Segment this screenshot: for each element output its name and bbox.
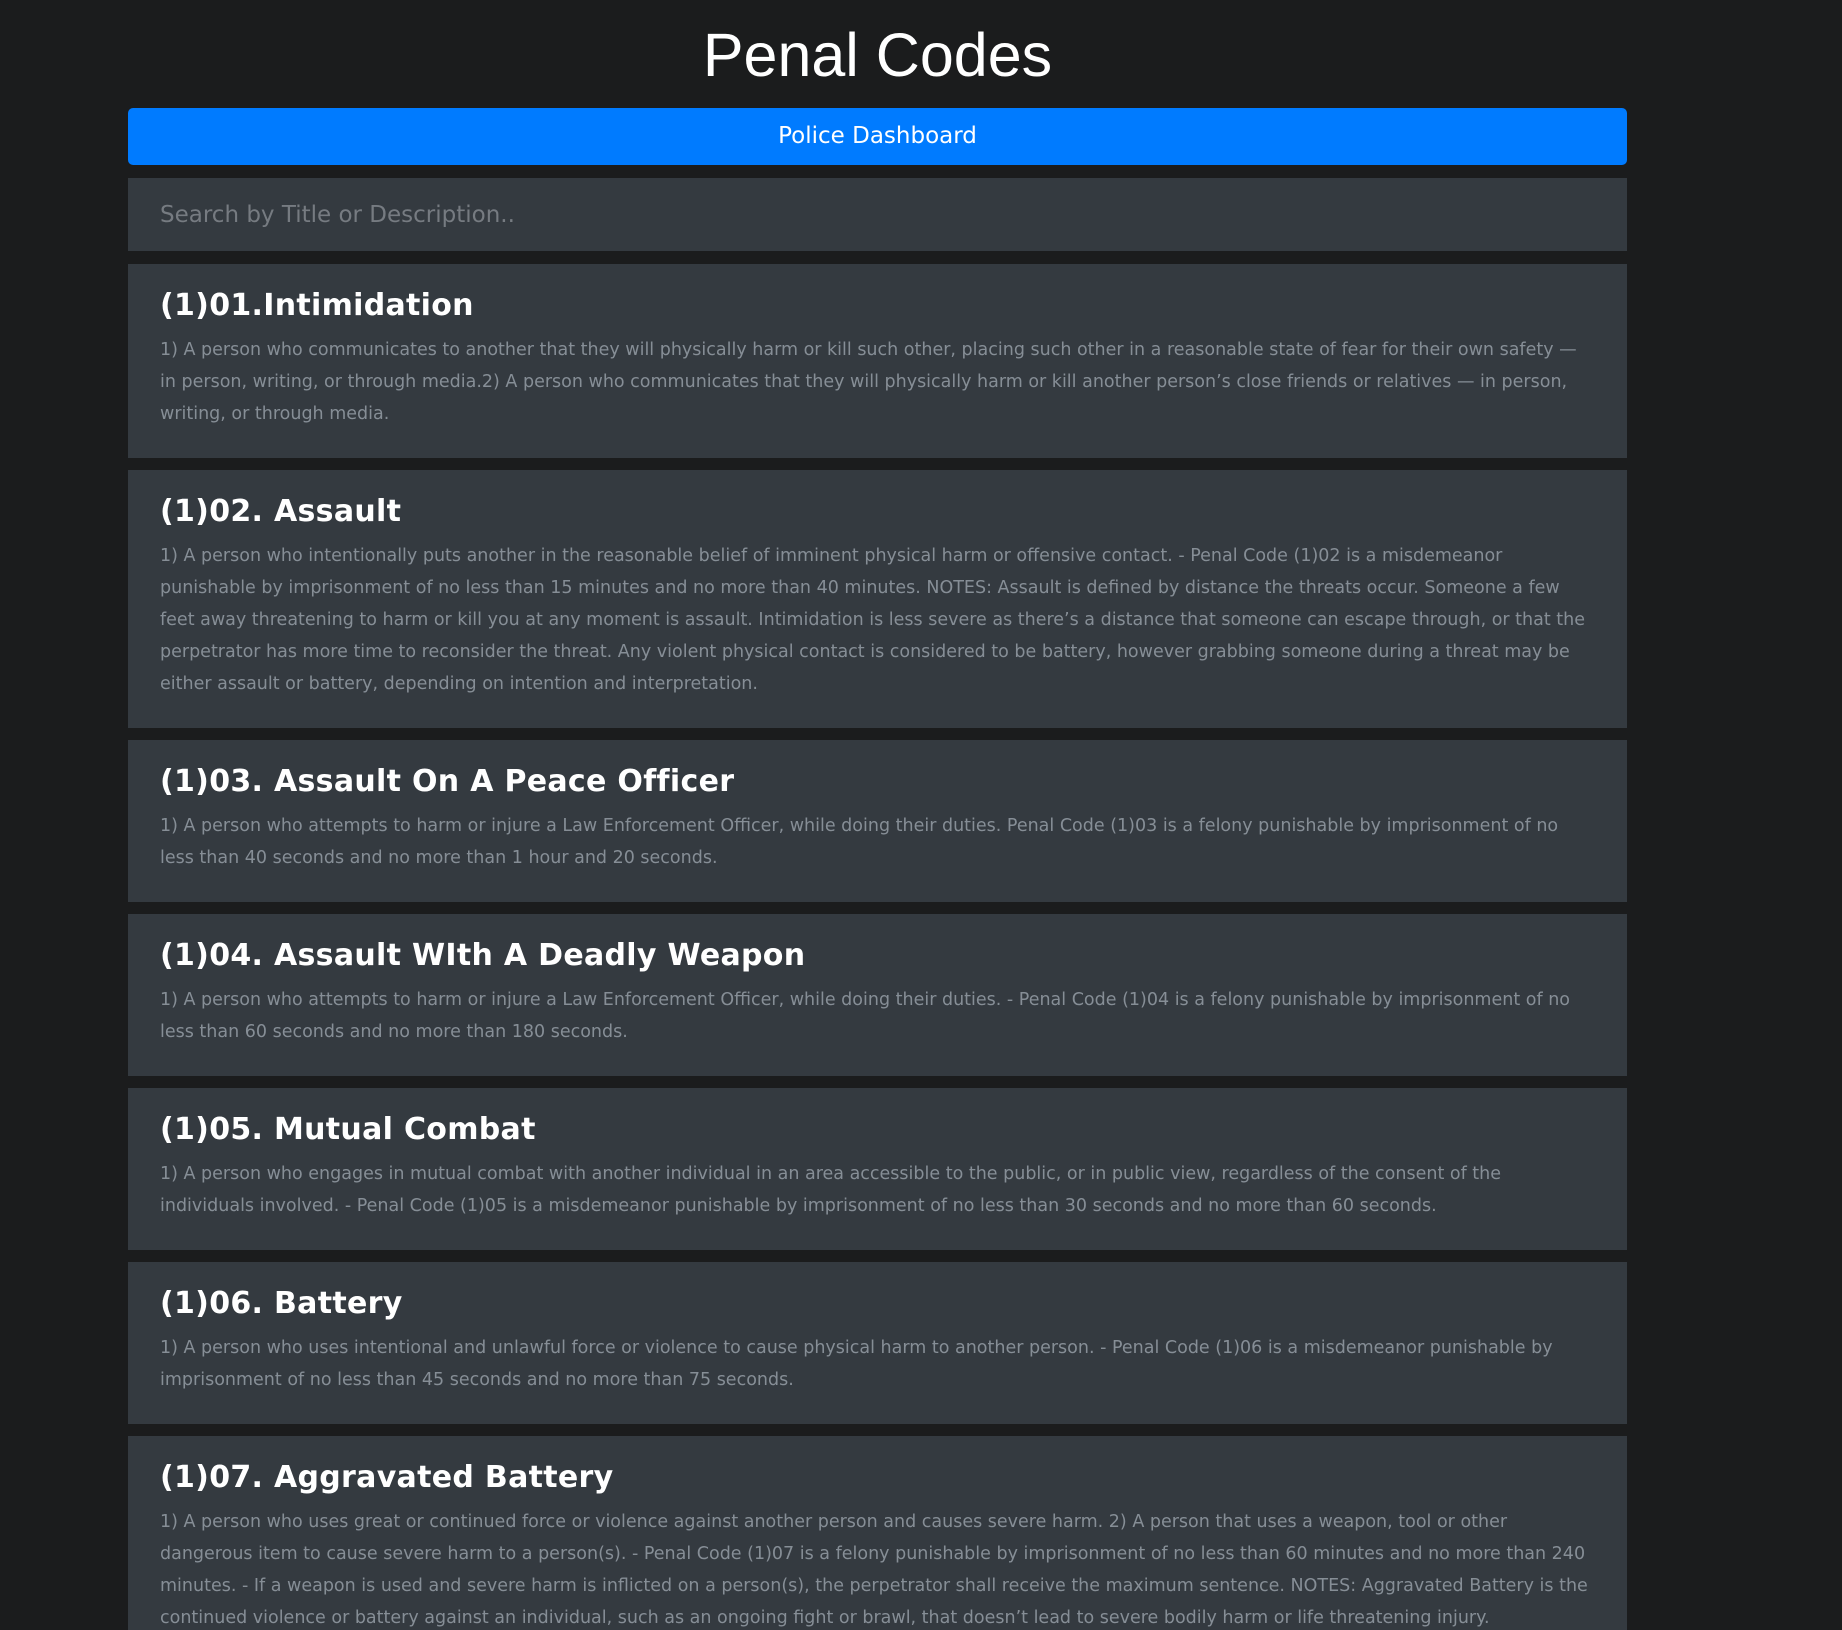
- penal-code-title: (1)04. Assault WIth A Deadly Weapon: [160, 938, 806, 973]
- penal-code-card: (1)05. Mutual Combat 1) A person who eng…: [128, 1088, 1627, 1250]
- penal-code-card: (1)06. Battery 1) A person who uses inte…: [128, 1262, 1627, 1424]
- penal-code-title: (1)02. Assault: [160, 494, 402, 529]
- penal-code-card: (1)07. Aggravated Battery 1) A person wh…: [128, 1436, 1627, 1630]
- penal-code-card: (1)02. Assault 1) A person who intention…: [128, 470, 1627, 728]
- penal-code-title: (1)05. Mutual Combat: [160, 1112, 536, 1147]
- penal-code-card: (1)04. Assault WIth A Deadly Weapon 1) A…: [128, 914, 1627, 1076]
- penal-code-description: 1) A person who uses great or continued …: [160, 1512, 1588, 1628]
- penal-code-title: (1)03. Assault On A Peace Officer: [160, 764, 735, 799]
- penal-code-card: (1)03. Assault On A Peace Officer 1) A p…: [128, 740, 1627, 902]
- penal-code-title: (1)07. Aggravated Battery: [160, 1460, 614, 1495]
- penal-code-card: (1)01.Intimidation 1) A person who commu…: [128, 264, 1627, 458]
- penal-code-description: 1) A person who attempts to harm or inju…: [160, 816, 1559, 868]
- penal-codes-page: Penal Codes Police Dashboard (1)01.Intim…: [0, 0, 1842, 1630]
- penal-code-description: 1) A person who attempts to harm or inju…: [160, 990, 1570, 1042]
- penal-code-description: 1) A person who uses intentional and unl…: [160, 1338, 1553, 1390]
- penal-code-description: 1) A person who engages in mutual combat…: [160, 1164, 1502, 1216]
- penal-code-title: (1)06. Battery: [160, 1286, 403, 1321]
- page-title: Penal Codes: [702, 21, 1053, 89]
- penal-code-list: (1)01.Intimidation 1) A person who commu…: [128, 264, 1627, 1630]
- penal-code-title: (1)01.Intimidation: [160, 288, 474, 323]
- search-input[interactable]: [128, 178, 1627, 251]
- penal-code-description: 1) A person who intentionally puts anoth…: [160, 546, 1586, 694]
- police-dashboard-button[interactable]: Police Dashboard: [128, 108, 1627, 165]
- penal-code-description: 1) A person who communicates to another …: [160, 340, 1577, 424]
